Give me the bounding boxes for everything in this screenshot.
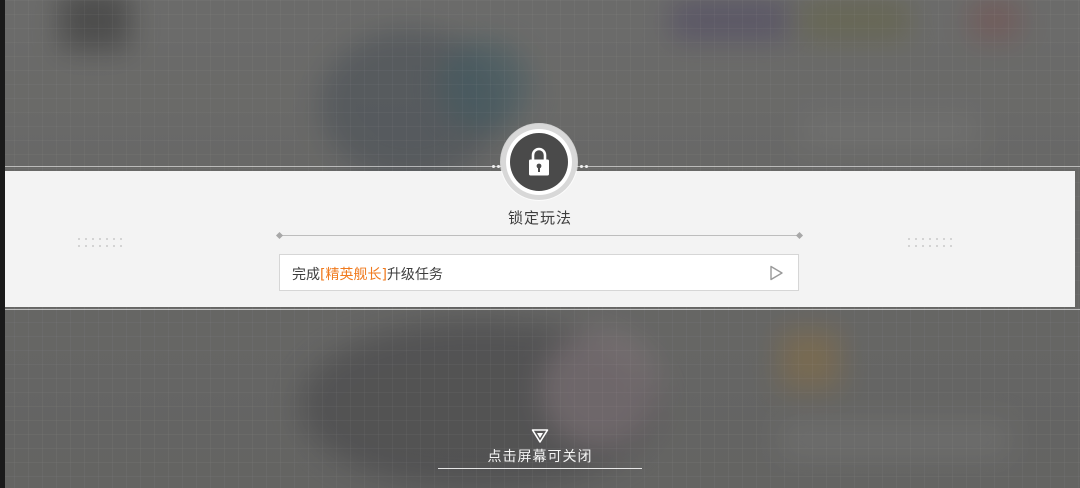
task-highlight: [精英舰长] xyxy=(320,267,387,283)
play-triangle-icon[interactable] xyxy=(768,265,784,281)
badge-decor-dot xyxy=(585,165,588,168)
lock-icon xyxy=(510,133,568,191)
badge-decor-dot xyxy=(580,165,583,168)
close-hint-underline xyxy=(438,468,642,469)
task-prefix: 完成 xyxy=(292,267,320,283)
down-triangle-icon xyxy=(531,429,549,443)
tap-to-close-hint[interactable]: 点击屏幕可关闭 xyxy=(440,446,640,466)
task-description: 完成[精英舰长]升级任务 xyxy=(292,264,443,284)
decor-dots-left xyxy=(78,238,123,248)
decor-dots-right xyxy=(908,238,953,248)
panel-bottom-rule xyxy=(5,309,1080,310)
title-divider xyxy=(280,235,800,236)
badge-decor-dot xyxy=(492,165,495,168)
modal-title: 锁定玩法 xyxy=(507,209,572,227)
unlock-task-button[interactable]: 完成[精英舰长]升级任务 xyxy=(279,254,799,291)
task-suffix: 升级任务 xyxy=(386,267,443,283)
badge-decor-dot xyxy=(497,165,500,168)
